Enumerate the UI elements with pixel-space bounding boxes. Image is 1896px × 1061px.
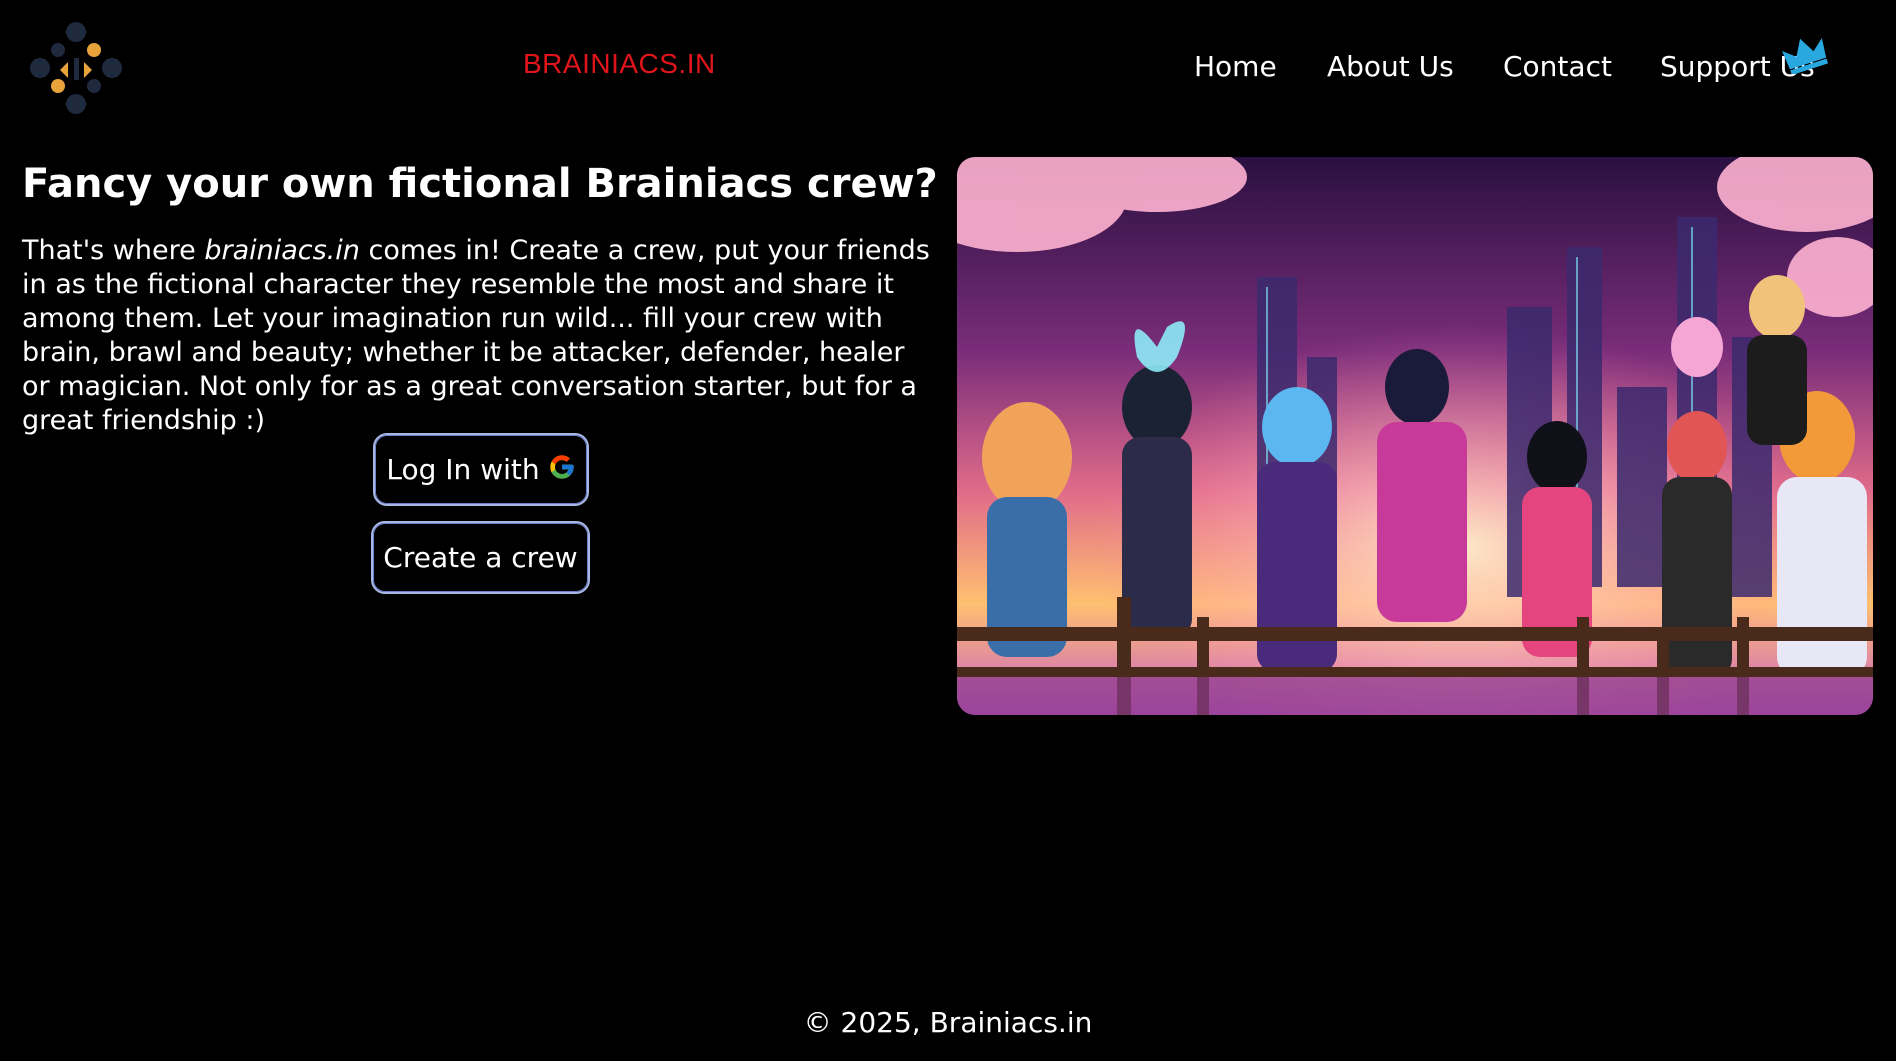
- page: BRAINIACS.IN Home About Us Contact Suppo…: [0, 0, 1896, 1061]
- crown-icon: [1782, 38, 1828, 74]
- google-icon: [549, 454, 574, 479]
- nav-home[interactable]: Home: [1194, 50, 1277, 83]
- hero-text-before: That's where: [22, 235, 205, 266]
- hero-title: Fancy your own fictional Brainiacs crew?: [22, 161, 938, 207]
- nav-contact[interactable]: Contact: [1503, 50, 1612, 83]
- nav-about-us[interactable]: About Us: [1327, 50, 1454, 83]
- footer-copyright: © 2025, Brainiacs.in: [803, 1006, 1093, 1039]
- hero-text-site: brainiacs.in: [204, 235, 360, 266]
- create-crew-button[interactable]: Create a crew: [371, 521, 590, 594]
- login-with-google-button[interactable]: Log In with: [373, 433, 589, 506]
- login-button-label: Log In with: [386, 453, 540, 486]
- hero-description: That's where brainiacs.in comes in! Crea…: [22, 234, 932, 438]
- hero-illustration: [957, 157, 1873, 715]
- main-nav: Home About Us Contact Support Us: [0, 50, 1896, 90]
